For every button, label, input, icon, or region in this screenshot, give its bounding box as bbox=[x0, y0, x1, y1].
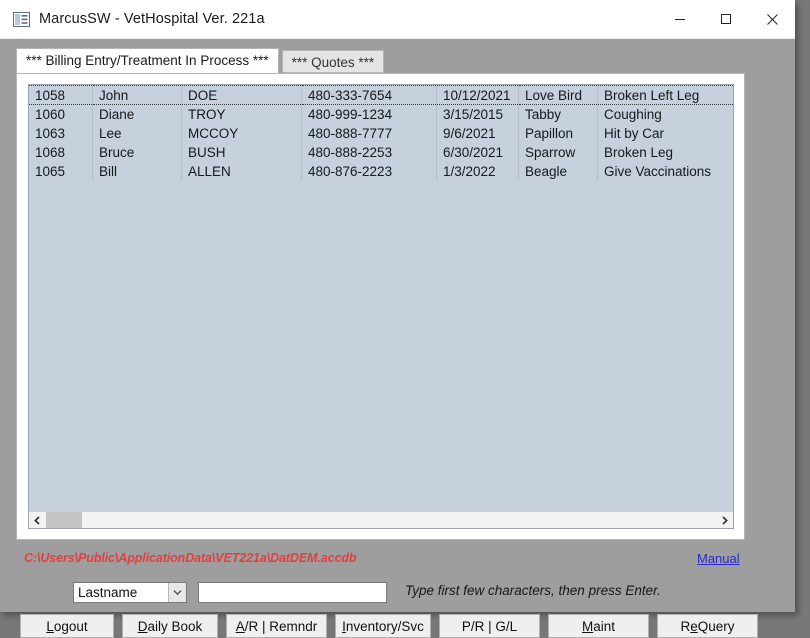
chevron-left-icon bbox=[34, 515, 40, 525]
cell-date[interactable]: 3/15/2015 bbox=[436, 104, 519, 124]
chevron-down-icon[interactable] bbox=[168, 583, 186, 602]
minimize-button[interactable] bbox=[657, 0, 703, 38]
cell-date[interactable]: 10/12/2021 bbox=[436, 85, 519, 105]
cell-lastname[interactable]: MCCOY bbox=[181, 124, 302, 143]
cell-phone[interactable]: 480-999-1234 bbox=[301, 104, 437, 124]
tab-billing-entry[interactable]: *** Billing Entry/Treatment In Process *… bbox=[16, 48, 279, 73]
cell-phone[interactable]: 480-888-2253 bbox=[301, 143, 437, 162]
window-title: MarcusSW - VetHospital Ver. 221a bbox=[39, 11, 265, 27]
access-form-icon bbox=[13, 11, 30, 27]
inventory-svc-button[interactable]: Inventory/Svc bbox=[335, 614, 431, 638]
cell-id[interactable]: 1065 bbox=[29, 162, 93, 181]
cell-id[interactable]: 1060 bbox=[29, 104, 93, 124]
cell-reason[interactable]: Hit by Car bbox=[598, 124, 734, 143]
cell-phone[interactable]: 480-876-2223 bbox=[301, 162, 437, 181]
cell-firstname[interactable]: John bbox=[92, 85, 182, 105]
table-row[interactable]: 1065 Bill ALLEN 480-876-2223 1/3/2022 Be… bbox=[29, 162, 733, 181]
ar-remndr-label: A/R | Remndr bbox=[235, 618, 318, 634]
scrollbar-thumb[interactable] bbox=[46, 512, 82, 528]
window-controls bbox=[657, 0, 795, 38]
cell-id[interactable]: 1068 bbox=[29, 143, 93, 162]
cell-date[interactable]: 9/6/2021 bbox=[436, 124, 519, 143]
table-row[interactable]: 1068 Bruce BUSH 480-888-2253 6/30/2021 S… bbox=[29, 143, 733, 162]
horizontal-scrollbar[interactable] bbox=[29, 511, 733, 528]
daily-book-label: Daily Book bbox=[137, 618, 203, 634]
chevron-right-icon bbox=[722, 515, 728, 525]
cell-date[interactable]: 6/30/2021 bbox=[436, 143, 519, 162]
datasheet-viewport: 1058 John DOE 480-333-7654 10/12/2021 Lo… bbox=[29, 85, 733, 511]
cell-reason[interactable]: Broken Leg bbox=[598, 143, 734, 162]
cell-reason[interactable]: Give Vaccinations bbox=[598, 162, 734, 181]
requery-button[interactable]: ReQuery bbox=[657, 614, 758, 638]
ar-remndr-button[interactable]: A/R | Remndr bbox=[226, 614, 327, 638]
maximize-button[interactable] bbox=[703, 0, 749, 38]
cell-reason[interactable]: Broken Left Leg bbox=[597, 85, 733, 105]
close-button[interactable] bbox=[749, 0, 795, 38]
cell-firstname[interactable]: Diane bbox=[92, 104, 182, 124]
cell-id[interactable]: 1058 bbox=[29, 85, 93, 105]
cell-firstname[interactable]: Lee bbox=[92, 124, 182, 143]
cell-firstname[interactable]: Bruce bbox=[92, 143, 182, 162]
cell-phone[interactable]: 480-333-7654 bbox=[301, 85, 437, 105]
cell-lastname[interactable]: TROY bbox=[181, 104, 302, 124]
tab-strip: *** Billing Entry/Treatment In Process *… bbox=[16, 48, 385, 73]
cell-id[interactable]: 1063 bbox=[29, 124, 93, 143]
cell-breed[interactable]: Tabby bbox=[518, 104, 598, 124]
cell-breed[interactable]: Sparrow bbox=[518, 143, 598, 162]
datasheet-body: 1058 John DOE 480-333-7654 10/12/2021 Lo… bbox=[29, 85, 734, 181]
cell-phone[interactable]: 480-888-7777 bbox=[301, 124, 437, 143]
search-field-value: Lastname bbox=[78, 585, 138, 600]
tab-page-billing: 1058 John DOE 480-333-7654 10/12/2021 Lo… bbox=[16, 73, 745, 540]
datasheet-table: 1058 John DOE 480-333-7654 10/12/2021 Lo… bbox=[29, 85, 733, 181]
database-path-label: C:\Users\Public\ApplicationData\VET221a\… bbox=[24, 551, 357, 565]
cell-firstname[interactable]: Bill bbox=[92, 162, 182, 181]
inventory-svc-label: Inventory/Svc bbox=[342, 618, 424, 634]
table-row[interactable]: 1060 Diane TROY 480-999-1234 3/15/2015 T… bbox=[29, 104, 734, 125]
scrollbar-track[interactable] bbox=[46, 512, 716, 528]
pr-gl-button[interactable]: P/R | G/L bbox=[439, 614, 540, 638]
search-hint-label: Type first few characters, then press En… bbox=[405, 583, 661, 598]
cell-breed[interactable]: Papillon bbox=[518, 124, 598, 143]
form-client-area: 1058 John DOE 480-333-7654 10/12/2021 Lo… bbox=[0, 39, 795, 638]
requery-label: ReQuery bbox=[680, 618, 735, 634]
table-row[interactable]: 1063 Lee MCCOY 480-888-7777 9/6/2021 Pap… bbox=[29, 124, 733, 143]
scroll-left-button[interactable] bbox=[29, 512, 46, 528]
tab-quotes[interactable]: *** Quotes *** bbox=[281, 50, 385, 73]
pr-gl-label: P/R | G/L bbox=[461, 618, 518, 634]
action-button-row: Logout Daily Book A/R | Remndr Inventory… bbox=[20, 614, 766, 638]
search-input[interactable] bbox=[198, 582, 387, 603]
cell-breed[interactable]: Love Bird bbox=[518, 85, 598, 105]
cell-lastname[interactable]: DOE bbox=[181, 85, 302, 105]
table-row[interactable]: 1058 John DOE 480-333-7654 10/12/2021 Lo… bbox=[29, 85, 733, 105]
logout-label: Logout bbox=[46, 618, 88, 634]
app-window: MarcusSW - VetHospital Ver. 221a 1058 Jo… bbox=[0, 0, 795, 638]
cell-lastname[interactable]: ALLEN bbox=[181, 162, 302, 181]
maint-button[interactable]: Maint bbox=[548, 614, 649, 638]
cell-date[interactable]: 1/3/2022 bbox=[436, 162, 519, 181]
daily-book-button[interactable]: Daily Book bbox=[122, 614, 218, 638]
close-icon bbox=[766, 13, 778, 25]
cell-lastname[interactable]: BUSH bbox=[181, 143, 302, 162]
search-field-combo[interactable]: Lastname bbox=[73, 582, 187, 603]
logout-button[interactable]: Logout bbox=[20, 614, 114, 638]
maximize-icon bbox=[721, 14, 731, 24]
scroll-right-button[interactable] bbox=[716, 512, 733, 528]
treatment-datasheet[interactable]: 1058 John DOE 480-333-7654 10/12/2021 Lo… bbox=[28, 84, 734, 529]
cell-breed[interactable]: Beagle bbox=[518, 162, 598, 181]
manual-link[interactable]: Manual bbox=[697, 551, 740, 566]
title-bar: MarcusSW - VetHospital Ver. 221a bbox=[0, 0, 795, 39]
maint-label: Maint bbox=[581, 618, 616, 634]
minimize-icon bbox=[675, 19, 685, 20]
cell-reason[interactable]: Coughing bbox=[598, 105, 734, 125]
